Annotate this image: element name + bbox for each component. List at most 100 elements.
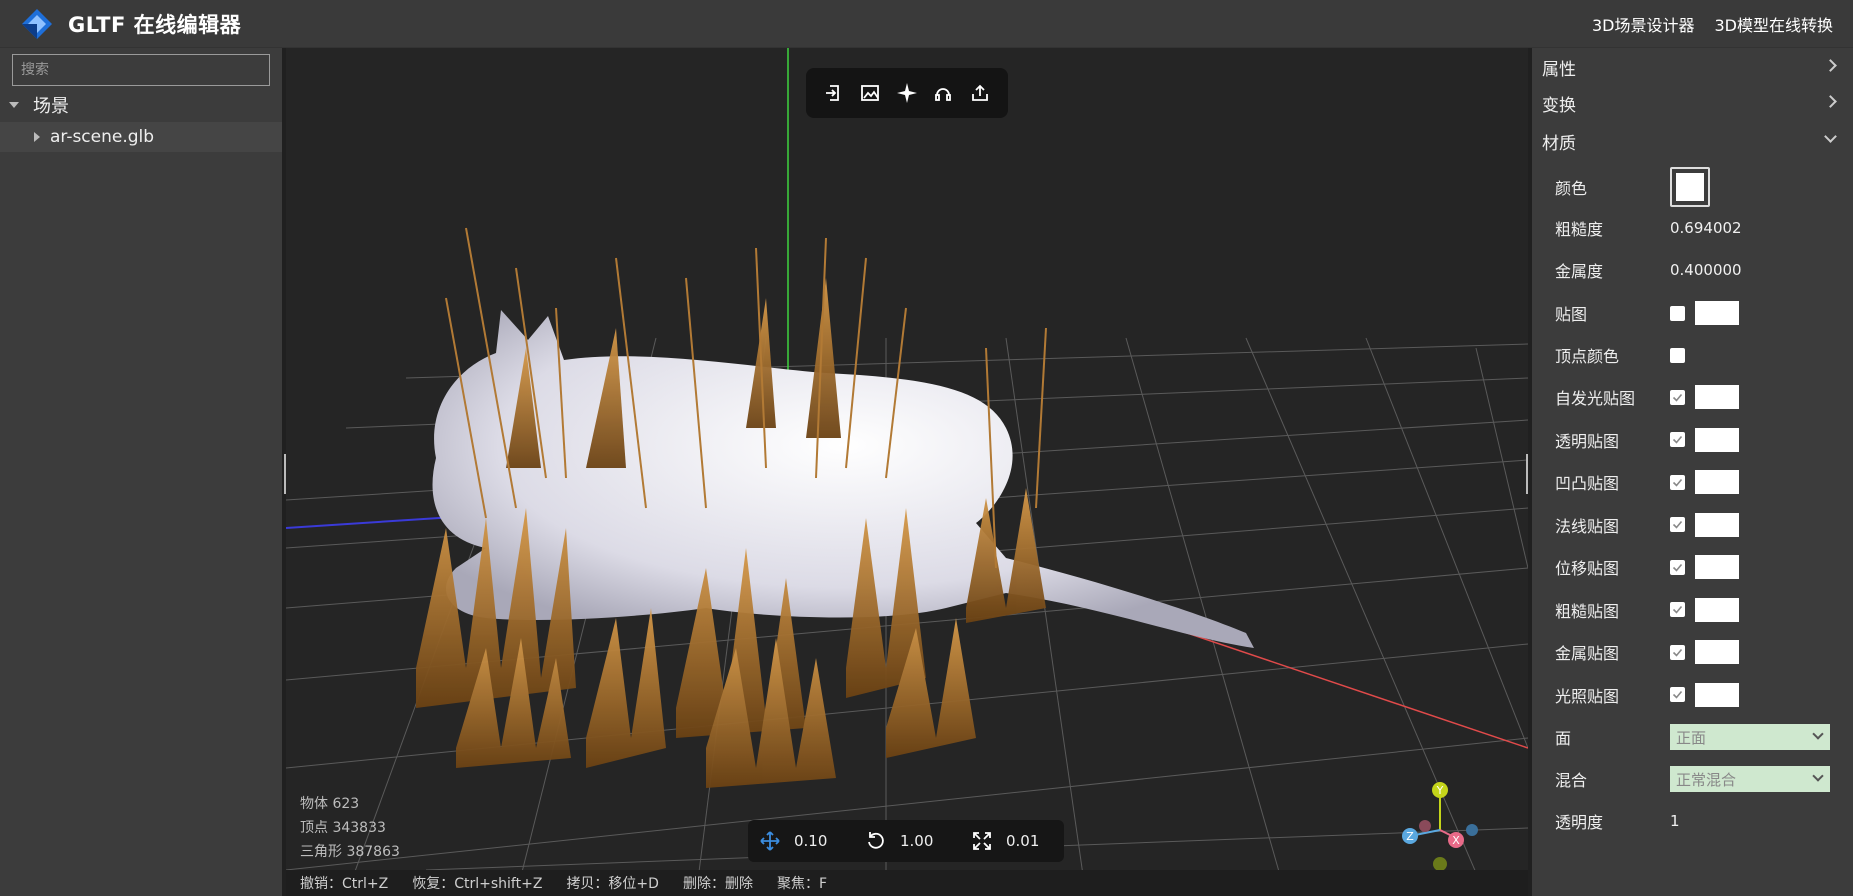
chevron-right-icon[interactable] bbox=[1824, 59, 1837, 72]
map-enable-checkbox[interactable] bbox=[1670, 687, 1685, 702]
checkmark-icon bbox=[1672, 478, 1683, 487]
material-color-row: 颜色 bbox=[1555, 165, 1845, 209]
chevron-right-icon[interactable] bbox=[1824, 95, 1837, 108]
material-roughness-row: 粗糙度 0.694002 bbox=[1555, 213, 1845, 243]
checkmark-icon bbox=[1672, 648, 1683, 657]
side-select[interactable]: 正面 bbox=[1670, 724, 1830, 750]
prop-label: 光照贴图 bbox=[1555, 686, 1620, 706]
rotate-icon[interactable] bbox=[866, 831, 886, 851]
scene-designer-link[interactable]: 3D场景设计器 bbox=[1592, 12, 1695, 36]
translate-snap-value[interactable]: 0.10 bbox=[794, 832, 850, 850]
map-enable-checkbox[interactable] bbox=[1670, 644, 1685, 660]
blend-select[interactable]: 正常混合 bbox=[1670, 766, 1830, 792]
map-enable-checkbox[interactable] bbox=[1670, 517, 1685, 532]
model-converter-link[interactable]: 3D模型在线转换 bbox=[1714, 12, 1833, 36]
map-slot[interactable] bbox=[1695, 640, 1739, 664]
headset-icon[interactable] bbox=[929, 79, 957, 107]
tree-item-label: ar-scene.glb bbox=[50, 127, 155, 147]
map-enable-checkbox[interactable] bbox=[1670, 602, 1685, 617]
prop-label: 粗糙度 bbox=[1555, 220, 1604, 239]
search-input[interactable] bbox=[12, 54, 270, 86]
3d-viewport[interactable]: 物体 623 顶点 343833 三角形 387863 0.10 1.00 0.… bbox=[286, 48, 1528, 896]
prop-label: 透明度 bbox=[1555, 813, 1604, 832]
blend-select-value: 正常混合 bbox=[1676, 770, 1737, 789]
opacity-value[interactable]: 1 bbox=[1670, 812, 1680, 830]
material-map-slot-row: 自发光贴图 bbox=[1555, 382, 1845, 412]
gizmo-y-label: Y bbox=[1436, 784, 1444, 797]
image-upload-icon[interactable] bbox=[857, 79, 885, 107]
prop-label: 透明贴图 bbox=[1555, 431, 1620, 451]
checkmark-icon bbox=[1672, 393, 1683, 402]
prop-label: 法线贴图 bbox=[1555, 516, 1620, 536]
map-enable-checkbox[interactable] bbox=[1670, 559, 1685, 575]
map-slot[interactable] bbox=[1695, 682, 1739, 707]
material-map-slot-row: 粗糙贴图 bbox=[1555, 595, 1845, 625]
color-picker[interactable] bbox=[1670, 167, 1710, 207]
object-count: 物体 623 bbox=[300, 796, 360, 812]
triangle-count: 三角形 387863 bbox=[300, 844, 400, 860]
axis-gizmo[interactable]: Y Z X bbox=[1390, 768, 1490, 882]
vertex-colors-checkbox[interactable] bbox=[1670, 347, 1685, 363]
shortcut-redo: 恢复：Ctrl+shift+Z bbox=[412, 876, 543, 892]
material-map-slot-row: 位移贴图 bbox=[1555, 552, 1845, 582]
rotate-snap[interactable]: 1.00 bbox=[866, 831, 956, 851]
section-title: 属性 bbox=[1542, 59, 1576, 80]
scale-snap[interactable]: 0.01 bbox=[972, 831, 1062, 851]
map-slot[interactable] bbox=[1695, 470, 1739, 494]
map-slot[interactable] bbox=[1695, 597, 1739, 622]
tree-item-ar-scene[interactable]: ar-scene.glb bbox=[0, 122, 282, 152]
material-blend-row: 混合 正常混合 bbox=[1555, 764, 1845, 794]
map-enable-checkbox[interactable] bbox=[1670, 474, 1685, 490]
section-attributes[interactable]: 属性 bbox=[1532, 50, 1853, 84]
prop-label: 凹凸贴图 bbox=[1555, 474, 1620, 493]
scene-canvas[interactable] bbox=[286, 48, 1528, 896]
roughness-value[interactable]: 0.694002 bbox=[1670, 219, 1742, 237]
prop-label: 面 bbox=[1555, 729, 1572, 748]
chevron-down-icon[interactable] bbox=[1824, 130, 1837, 143]
prop-label: 颜色 bbox=[1555, 179, 1588, 198]
caret-right-icon[interactable] bbox=[34, 132, 40, 142]
map-slot[interactable] bbox=[1695, 301, 1739, 325]
export-icon[interactable] bbox=[966, 79, 994, 107]
prop-label: 金属贴图 bbox=[1555, 644, 1620, 663]
checkmark-icon bbox=[1672, 520, 1683, 529]
translate-snap[interactable]: 0.10 bbox=[760, 831, 850, 851]
checkmark-icon bbox=[1672, 435, 1683, 444]
metalness-value[interactable]: 0.400000 bbox=[1670, 261, 1742, 279]
scene-stats: 物体 623 顶点 343833 三角形 387863 bbox=[300, 792, 400, 864]
scale-snap-value[interactable]: 0.01 bbox=[1006, 832, 1062, 850]
material-map-slot-row: 法线贴图 bbox=[1555, 510, 1845, 540]
import-icon[interactable] bbox=[820, 79, 848, 107]
right-resize-handle[interactable] bbox=[1526, 454, 1528, 494]
map-slot[interactable] bbox=[1695, 555, 1739, 579]
gizmo-x-label: X bbox=[1452, 834, 1460, 847]
prop-label: 顶点颜色 bbox=[1555, 347, 1620, 366]
material-map-slot-row: 光照贴图 bbox=[1555, 680, 1845, 710]
section-transform[interactable]: 变换 bbox=[1532, 86, 1853, 120]
map-slot[interactable] bbox=[1695, 512, 1739, 537]
shortcut-focus: 聚焦：F bbox=[776, 876, 828, 892]
shortcut-copy: 拷贝：移位+D bbox=[566, 876, 659, 892]
map-enable-checkbox[interactable] bbox=[1670, 389, 1685, 405]
material-opacity-row: 透明度 1 bbox=[1555, 806, 1845, 836]
tree-item-label: 场景 bbox=[33, 96, 69, 117]
map-slot[interactable] bbox=[1695, 427, 1739, 452]
tree-item-scene[interactable]: 场景 bbox=[0, 90, 282, 120]
light-icon[interactable] bbox=[893, 79, 921, 107]
side-select-value: 正面 bbox=[1676, 728, 1707, 747]
caret-down-icon[interactable] bbox=[9, 102, 19, 108]
prop-label: 贴图 bbox=[1555, 305, 1588, 324]
prop-label: 粗糙贴图 bbox=[1555, 601, 1620, 621]
map-enable-checkbox[interactable] bbox=[1670, 432, 1685, 447]
material-map-row: 贴图 bbox=[1555, 298, 1845, 328]
rotate-snap-value[interactable]: 1.00 bbox=[900, 832, 956, 850]
color-swatch-fill bbox=[1676, 173, 1704, 201]
material-map-slot-row: 金属贴图 bbox=[1555, 637, 1845, 667]
section-material[interactable]: 材质 bbox=[1532, 124, 1853, 158]
material-map-slot-row: 透明贴图 bbox=[1555, 425, 1845, 455]
prop-label: 自发光贴图 bbox=[1555, 389, 1636, 408]
move-icon[interactable] bbox=[760, 831, 780, 851]
map-checkbox[interactable] bbox=[1670, 305, 1685, 321]
scale-icon[interactable] bbox=[972, 831, 992, 851]
map-slot[interactable] bbox=[1695, 385, 1739, 409]
